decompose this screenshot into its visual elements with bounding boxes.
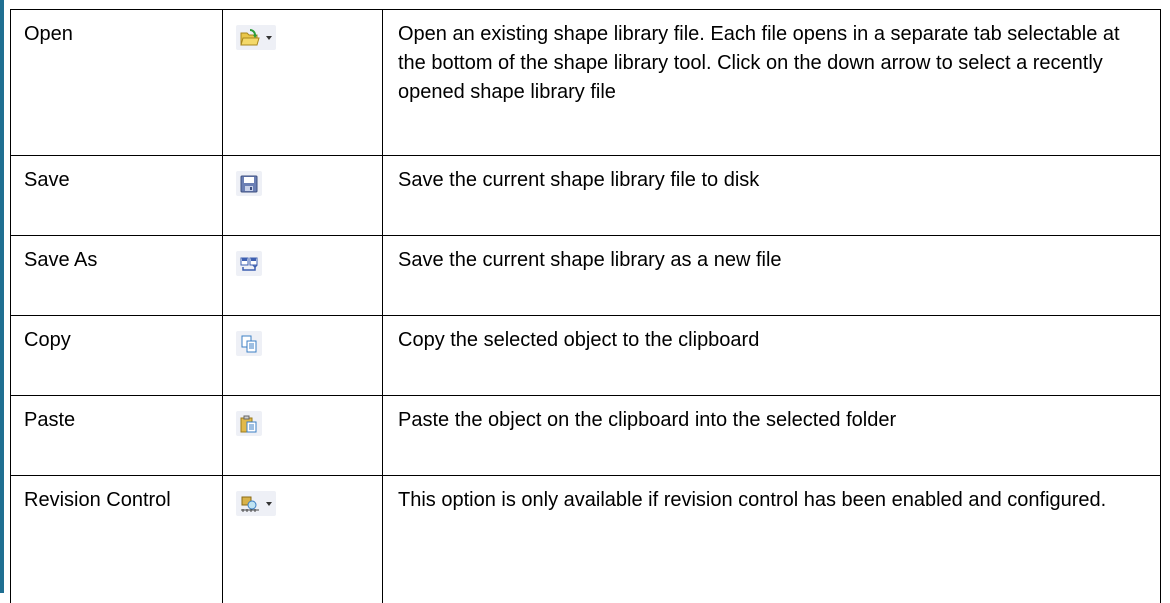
command-name: Save <box>10 155 223 236</box>
command-icon-cell <box>222 315 383 396</box>
command-name: Save As <box>10 235 223 316</box>
table-row: Save As Save the current shape library a… <box>10 235 1161 316</box>
table-row: Save Save the current shape library file… <box>10 155 1161 236</box>
command-name: Open <box>10 9 223 156</box>
save-as-icon <box>240 255 258 273</box>
command-description: This option is only available if revisio… <box>382 475 1161 603</box>
command-description: Copy the selected object to the clipboar… <box>382 315 1161 396</box>
chevron-down-icon <box>266 35 272 40</box>
command-description: Paste the object on the clipboard into t… <box>382 395 1161 476</box>
command-icon-cell <box>222 155 383 236</box>
paste-icon <box>240 415 258 433</box>
table-row: Open Open an existing shape library file… <box>10 9 1161 156</box>
command-description: Open an existing shape library file. Eac… <box>382 9 1161 156</box>
open-dropdown-button[interactable] <box>236 25 276 50</box>
save-disk-icon <box>240 175 258 193</box>
command-description: Save the current shape library file to d… <box>382 155 1161 236</box>
command-name: Paste <box>10 395 223 476</box>
command-name: Copy <box>10 315 223 396</box>
command-icon-cell <box>222 475 383 603</box>
left-margin-bar <box>0 0 4 593</box>
save-button[interactable] <box>236 171 262 196</box>
command-description: Save the current shape library as a new … <box>382 235 1161 316</box>
command-icon-cell <box>222 9 383 156</box>
command-icon-cell <box>222 395 383 476</box>
revision-control-dropdown-button[interactable] <box>236 491 276 516</box>
save-as-button[interactable] <box>236 251 262 276</box>
toolbar-command-table: Open Open an existing shape library file… <box>10 9 1161 603</box>
table-row: Copy Copy the selected object to the cli… <box>10 315 1161 396</box>
copy-icon <box>240 335 258 353</box>
command-name: Revision Control <box>10 475 223 603</box>
open-folder-icon <box>240 28 260 47</box>
chevron-down-icon <box>266 501 272 506</box>
paste-button[interactable] <box>236 411 262 436</box>
table-row: Revision Control This option is only ava… <box>10 475 1161 603</box>
revision-control-icon <box>240 495 260 513</box>
table-row: Paste Paste the object on the clipboard … <box>10 395 1161 476</box>
command-icon-cell <box>222 235 383 316</box>
copy-button[interactable] <box>236 331 262 356</box>
